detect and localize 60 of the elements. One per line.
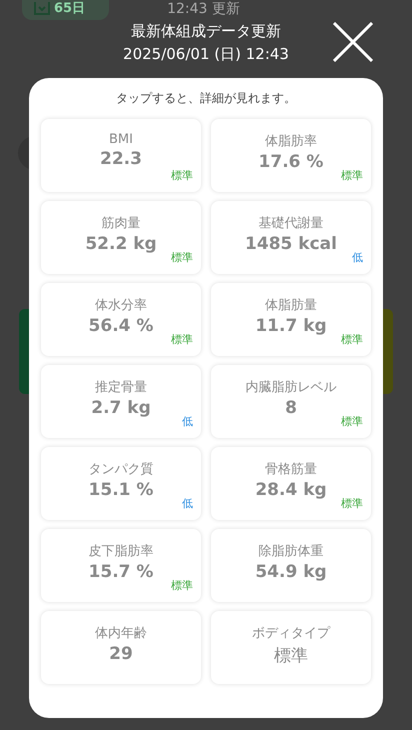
status-label: 低: [352, 250, 363, 265]
metric-label: 骨格筋量: [265, 461, 317, 478]
metric-label: ボディタイプ: [252, 625, 330, 642]
metric-value: 1485 kcal: [245, 234, 337, 254]
status-label: 標準: [171, 168, 193, 183]
metric-label: 推定骨量: [95, 379, 147, 396]
metric-card[interactable]: 筋肉量 52.2 kg 標準: [41, 201, 201, 274]
metric-label: 体水分率: [95, 297, 147, 314]
metric-value: 標準: [274, 645, 308, 667]
status-label: 低: [182, 414, 193, 429]
metric-card[interactable]: 内臓脂肪レベル 8 標準: [211, 365, 371, 438]
status-label: 低: [182, 496, 193, 511]
metric-card[interactable]: 骨格筋量 28.4 kg 標準: [211, 447, 371, 520]
metric-card[interactable]: ボディタイプ 標準: [211, 611, 371, 684]
dialog-title: 最新体組成データ更新: [130, 21, 282, 42]
metric-value: 22.3: [100, 149, 142, 169]
hint-text: タップすると、詳細が見れます。: [115, 90, 297, 107]
metric-label: 基礎代謝量: [258, 215, 324, 232]
metric-card[interactable]: 体水分率 56.4 % 標準: [41, 283, 201, 356]
metric-value: 29: [109, 644, 133, 664]
metric-label: 体脂肪量: [265, 297, 317, 314]
status-label: 標準: [341, 168, 363, 183]
metric-label: 内臓脂肪レベル: [246, 379, 336, 396]
metric-value: 52.2 kg: [85, 234, 157, 254]
metric-label: 体内年齢: [95, 625, 147, 642]
metric-value: 11.7 kg: [255, 316, 327, 336]
metric-value: 56.4 %: [88, 316, 154, 336]
metric-value: 54.9 kg: [255, 562, 327, 582]
metric-label: タンパク質: [88, 461, 154, 478]
status-label: 標準: [171, 250, 193, 265]
status-label: 標準: [171, 578, 193, 593]
metric-value: 17.6 %: [258, 152, 324, 172]
update-time: 12:43 更新: [167, 0, 240, 18]
status-label: 標準: [171, 332, 193, 347]
status-label: 標準: [341, 332, 363, 347]
metric-label: 筋肉量: [102, 215, 140, 232]
metric-card[interactable]: 推定骨量 2.7 kg 低: [41, 365, 201, 438]
metric-label: 除脂肪体重: [258, 543, 324, 560]
status-label: 標準: [341, 414, 363, 429]
metric-card[interactable]: 体内年齢 29: [41, 611, 201, 684]
metric-value: 8: [285, 398, 297, 418]
metric-card[interactable]: 皮下脂肪率 15.7 % 標準: [41, 529, 201, 602]
metric-value: 15.1 %: [88, 480, 154, 500]
metric-card[interactable]: BMI 22.3 標準: [41, 119, 201, 192]
metric-label: 皮下脂肪率: [88, 543, 154, 560]
metric-value: 28.4 kg: [255, 480, 327, 500]
metric-label: 体脂肪率: [265, 133, 317, 150]
calendar-icon: [34, 2, 50, 16]
metric-card[interactable]: 基礎代謝量 1485 kcal 低: [211, 201, 371, 274]
metric-card[interactable]: 体脂肪量 11.7 kg 標準: [211, 283, 371, 356]
close-icon[interactable]: [333, 22, 373, 62]
day-count: 65日: [54, 0, 86, 18]
status-label: 標準: [341, 496, 363, 511]
metric-card[interactable]: 体脂肪率 17.6 % 標準: [211, 119, 371, 192]
metric-card[interactable]: 除脂肪体重 54.9 kg: [211, 529, 371, 602]
metric-label: BMI: [109, 132, 133, 147]
metric-card[interactable]: タンパク質 15.1 % 低: [41, 447, 201, 520]
metric-value: 2.7 kg: [91, 398, 151, 418]
metric-value: 15.7 %: [88, 562, 154, 582]
measurement-datetime: 2025/06/01 (日) 12:43: [123, 44, 289, 65]
